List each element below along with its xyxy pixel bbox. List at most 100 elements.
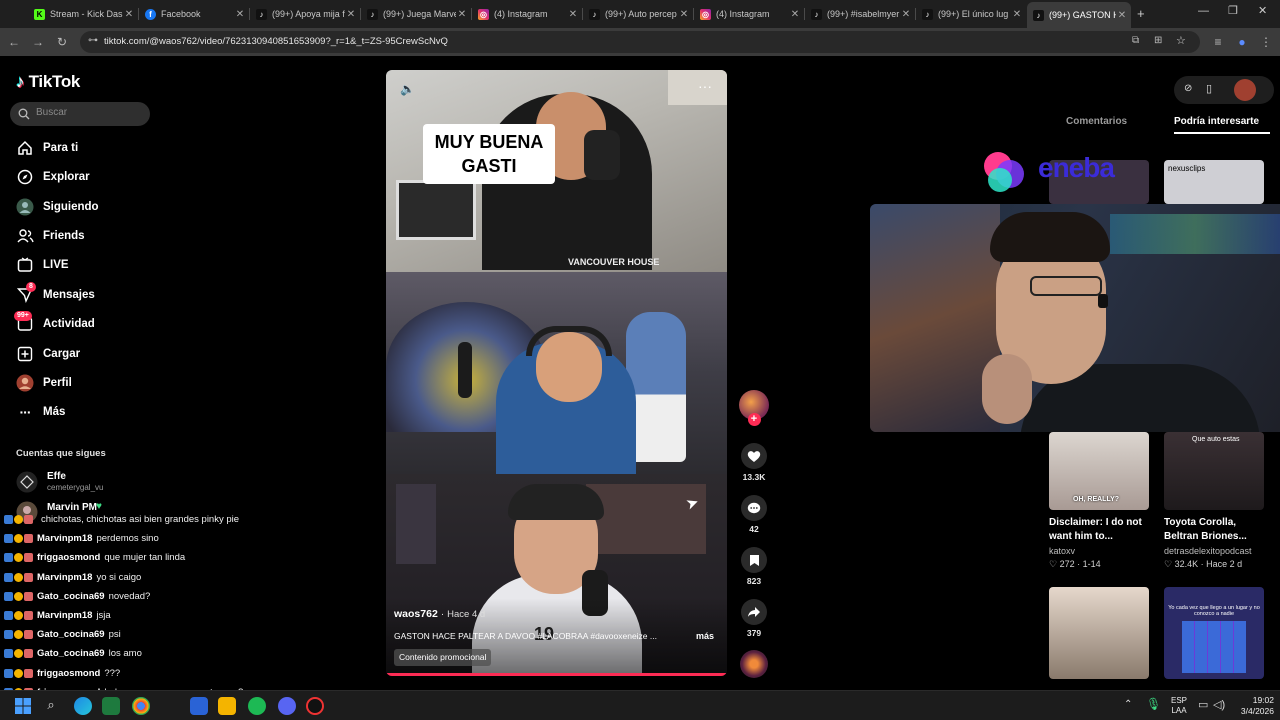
browser-tab[interactable]: ♪ (99+) Auto percep ✕ bbox=[583, 4, 693, 24]
browser-tab[interactable]: f Facebook ✕ bbox=[139, 4, 249, 24]
xbox-icon[interactable] bbox=[102, 697, 120, 715]
search-input[interactable] bbox=[36, 107, 144, 118]
discord-icon[interactable] bbox=[278, 697, 296, 715]
device-icon[interactable]: ▯ bbox=[1206, 82, 1212, 95]
volume-icon[interactable]: ◁) bbox=[1213, 698, 1225, 711]
chat-username[interactable]: Marvinpm18 bbox=[37, 610, 92, 621]
nav-siguiendo[interactable]: Siguiendo bbox=[16, 197, 99, 217]
url-text[interactable]: tiktok.com/@waos762/video/76231309408516… bbox=[104, 36, 448, 47]
close-tab-icon[interactable]: ✕ bbox=[234, 9, 246, 20]
mute-icon[interactable]: 🔈 bbox=[400, 82, 415, 96]
chat-username[interactable]: friggaosmond bbox=[37, 552, 100, 563]
search-icon[interactable]: ⌕ bbox=[42, 697, 60, 715]
browser-tab[interactable]: ♪ (99+) #isabelmyer ✕ bbox=[805, 4, 915, 24]
nav-para-ti[interactable]: Para ti bbox=[16, 138, 78, 158]
close-tab-icon[interactable]: ✕ bbox=[789, 9, 801, 20]
promo-label[interactable]: Contenido promocional bbox=[394, 649, 492, 666]
suggested-thumb[interactable]: nexusclips bbox=[1164, 160, 1264, 204]
close-window-icon[interactable]: ✕ bbox=[1258, 4, 1267, 17]
menu-icon[interactable]: ⋮ bbox=[1258, 34, 1274, 50]
search-box[interactable] bbox=[10, 102, 150, 126]
microphone-icon[interactable]: 🎙 bbox=[1146, 697, 1161, 711]
address-bar[interactable]: ⊶ tiktok.com/@waos762/video/762313094085… bbox=[80, 31, 1200, 53]
options-icon[interactable]: ··· bbox=[698, 78, 712, 94]
chat-username[interactable]: Marvinpm18 bbox=[37, 533, 92, 544]
browser-tab[interactable]: ♪ (99+) Juega Marvel ✕ bbox=[361, 4, 471, 24]
suggested-video-card[interactable]: Yo cada vez que llego a un lugar y no co… bbox=[1164, 587, 1264, 679]
site-info-icon[interactable]: ⊶ bbox=[88, 35, 98, 46]
tiktok-logo[interactable]: ♪ TikTok bbox=[16, 72, 80, 92]
music-disc[interactable] bbox=[738, 650, 770, 678]
close-tab-icon[interactable]: ✕ bbox=[456, 9, 468, 20]
back-icon[interactable]: ← bbox=[6, 34, 22, 50]
comment-button[interactable]: 42 bbox=[738, 495, 770, 534]
bookmark-star-icon[interactable]: ☆ bbox=[1176, 34, 1186, 47]
close-tab-icon[interactable]: ✕ bbox=[345, 9, 357, 20]
nav-cargar[interactable]: Cargar bbox=[16, 344, 80, 364]
profile-icon[interactable]: ● bbox=[1234, 34, 1250, 50]
chrome-icon[interactable] bbox=[132, 697, 150, 715]
tray-chevron-icon[interactable]: ⌃ bbox=[1124, 699, 1132, 710]
new-tab-button[interactable]: + bbox=[1137, 6, 1145, 21]
author-avatar-button[interactable]: + bbox=[738, 390, 770, 426]
obs-icon[interactable] bbox=[306, 697, 324, 715]
user-avatar[interactable] bbox=[1234, 79, 1256, 101]
forward-icon[interactable]: → bbox=[30, 34, 46, 50]
spotify-icon[interactable] bbox=[248, 697, 266, 715]
chat-username[interactable]: friggaosmond bbox=[37, 668, 100, 679]
browser-tab[interactable]: ◎ (4) Instagram ✕ bbox=[694, 4, 804, 24]
nav-friends[interactable]: Friends bbox=[16, 226, 85, 246]
progress-bar[interactable] bbox=[386, 673, 727, 676]
like-button[interactable]: 13.3K bbox=[738, 443, 770, 482]
nav-mas[interactable]: ··· Más bbox=[16, 402, 66, 422]
app-icon[interactable] bbox=[190, 697, 208, 715]
chat-username[interactable]: Gato_cocina69 bbox=[37, 591, 105, 602]
browser-tab-active[interactable]: ♪ (99+) GASTON HA ✕ bbox=[1027, 2, 1131, 28]
chat-message: Marvinpm18 perdemos sino bbox=[4, 531, 159, 546]
browser-tab[interactable]: K Stream - Kick Dash ✕ bbox=[28, 4, 138, 24]
translate-icon[interactable]: ⧉ bbox=[1132, 35, 1139, 46]
nav-explorar[interactable]: Explorar bbox=[16, 167, 90, 187]
share-button[interactable]: 379 bbox=[738, 599, 770, 638]
browser-tab[interactable]: ◎ (4) Instagram ✕ bbox=[472, 4, 582, 24]
close-tab-icon[interactable]: ✕ bbox=[567, 9, 579, 20]
browser-tab[interactable]: ♪ (99+) Apoya mija fi ✕ bbox=[250, 4, 360, 24]
close-tab-icon[interactable]: ✕ bbox=[1011, 9, 1023, 20]
follow-plus-icon[interactable]: + bbox=[747, 413, 761, 426]
reading-list-icon[interactable]: ≡ bbox=[1210, 34, 1226, 50]
video-player[interactable]: VANCOUVER HOUSE MUY BUENA GASTI 🔈 ··· 19… bbox=[386, 70, 727, 676]
tab-podria-interesarte[interactable]: Podría interesarte bbox=[1174, 116, 1259, 127]
browser-tab[interactable]: ♪ (99+) El único lug ✕ bbox=[916, 4, 1026, 24]
clock[interactable]: 19:02 3/4/2026 bbox=[1234, 695, 1274, 717]
close-tab-icon[interactable]: ✕ bbox=[1116, 10, 1128, 21]
shelf bbox=[396, 484, 436, 564]
chat-username[interactable]: Gato_cocina69 bbox=[37, 648, 105, 659]
suggested-video-card[interactable]: Que auto estas Toyota Corolla, Beltran B… bbox=[1164, 432, 1264, 570]
reload-icon[interactable]: ↻ bbox=[54, 34, 70, 50]
more-link[interactable]: más bbox=[696, 631, 714, 641]
save-button[interactable]: 823 bbox=[738, 547, 770, 586]
chat-username[interactable]: Marvinpm18 bbox=[37, 572, 92, 583]
edge-icon[interactable] bbox=[74, 697, 92, 715]
discover-icon[interactable]: ⊘ bbox=[1184, 83, 1192, 94]
close-tab-icon[interactable]: ✕ bbox=[123, 9, 135, 20]
close-tab-icon[interactable]: ✕ bbox=[678, 9, 690, 20]
suggested-video-card[interactable] bbox=[1049, 587, 1149, 679]
network-icon[interactable]: ▭ bbox=[1198, 698, 1208, 711]
nav-actividad[interactable]: 99+ Actividad bbox=[14, 311, 95, 334]
chat-username[interactable]: Gato_cocina69 bbox=[37, 629, 105, 640]
tab-comentarios[interactable]: Comentarios bbox=[1066, 116, 1127, 127]
close-tab-icon[interactable]: ✕ bbox=[900, 9, 912, 20]
minimize-icon[interactable]: — bbox=[1198, 5, 1209, 17]
video-author[interactable]: waos762 · Hace 4 d bbox=[394, 608, 485, 620]
file-explorer-icon[interactable] bbox=[218, 697, 236, 715]
nav-mensajes[interactable]: 8 Mensajes bbox=[16, 282, 95, 305]
following-account[interactable]: Effe cemeterygal_vu bbox=[16, 469, 156, 493]
nav-perfil[interactable]: Perfil bbox=[16, 373, 72, 393]
nav-live[interactable]: LIVE bbox=[16, 255, 69, 275]
windows-start-icon[interactable] bbox=[14, 697, 32, 715]
language-indicator[interactable]: ESP LAA bbox=[1171, 696, 1187, 716]
install-icon[interactable]: ⊞ bbox=[1154, 35, 1162, 46]
suggested-video-card[interactable]: OH, REALLY? Disclaimer: I do not want hi… bbox=[1049, 432, 1149, 570]
maximize-icon[interactable]: ❐ bbox=[1228, 4, 1238, 17]
